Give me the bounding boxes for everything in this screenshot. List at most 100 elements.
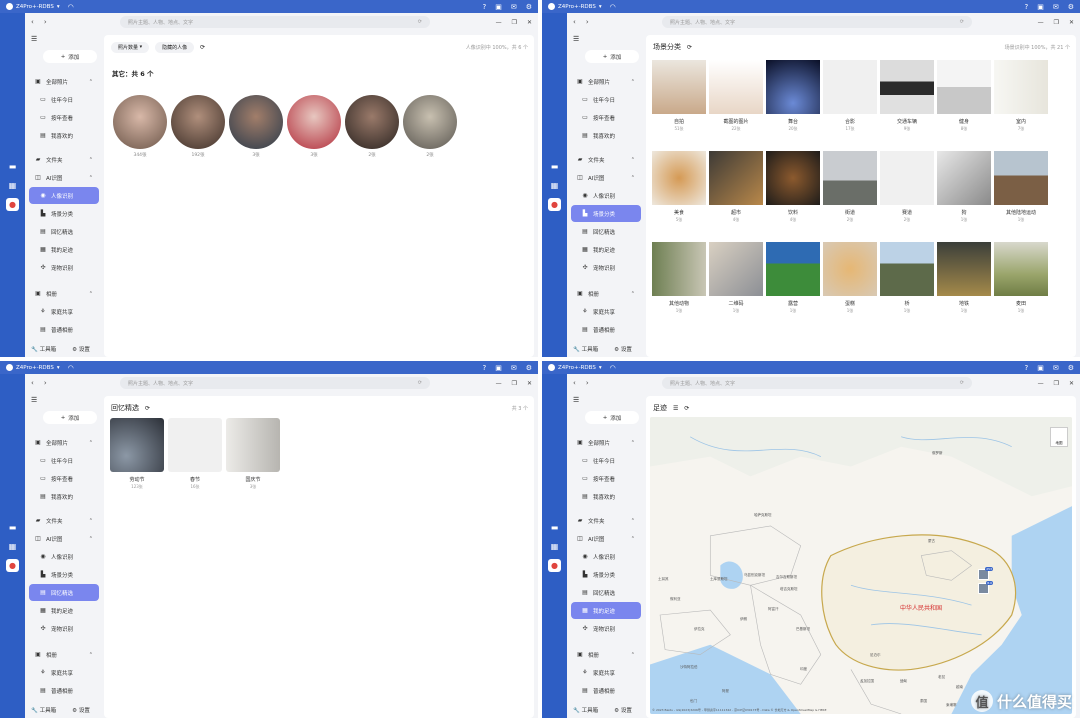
restore-button[interactable]: ❐ (1054, 19, 1059, 26)
sidebar-item-scenes[interactable]: ▙ 场景分类 (571, 205, 641, 222)
scene-card[interactable]: 美食 5张 (652, 151, 706, 223)
device-name[interactable]: Z4Pro+-RDBS (558, 365, 596, 371)
device-name[interactable]: Z4Pro+-RDBS (16, 365, 54, 371)
sidebar-item-by-year[interactable]: ▭ 按年查看 (29, 470, 99, 487)
scene-card[interactable]: 地铁 1张 (937, 242, 991, 314)
forward-button[interactable]: › (44, 379, 47, 387)
sidebar-item-memories[interactable]: ▤ 回忆精选 (29, 584, 99, 601)
scene-card[interactable]: 街道 2张 (823, 151, 877, 223)
mail-icon[interactable]: ✉ (511, 364, 517, 372)
restore-button[interactable]: ❐ (512, 19, 517, 26)
monitor-icon[interactable]: ▬ (6, 160, 19, 173)
search-input[interactable]: 照片主题、人物、地点、文字 ⟳ (662, 16, 972, 28)
chevron-up-icon[interactable]: ⌃ (631, 79, 635, 85)
chevron-up-icon[interactable]: ⌃ (631, 157, 635, 163)
sidebar-item-all-photos[interactable]: ▣ 全部照片 ⌃ (29, 434, 99, 451)
person-card[interactable]: 344张 (113, 95, 167, 158)
window-icon[interactable]: ▣ (1037, 3, 1044, 11)
sidebar-item-family[interactable]: ⚘ 家庭共享 (571, 303, 641, 320)
minimize-button[interactable]: — (1038, 380, 1044, 387)
chevron-up-icon[interactable]: ⌃ (89, 518, 93, 524)
forward-button[interactable]: › (586, 18, 589, 26)
scene-card[interactable]: 露营 1张 (766, 242, 820, 314)
search-input[interactable]: 照片主题、人物、地点、文字 ⟳ (120, 377, 430, 389)
sidebar-item-past-today[interactable]: ▭ 往年今日 (571, 91, 641, 108)
sidebar-item-footprints[interactable]: ▦ 我的足迹 (571, 602, 641, 619)
add-button[interactable]: + 添加 (43, 411, 97, 424)
memory-card[interactable]: 劳动节 123张 (110, 418, 164, 490)
back-button[interactable]: ‹ (31, 379, 34, 387)
sidebar-item-shared[interactable]: ▤ 普通相册 (571, 682, 641, 699)
add-button[interactable]: + 添加 (585, 411, 639, 424)
scene-card[interactable]: 合影 17张 (823, 60, 877, 132)
close-button[interactable]: ✕ (527, 19, 532, 26)
scene-card[interactable]: 赛道 2张 (880, 151, 934, 223)
gear-icon[interactable]: ⚙ (526, 3, 532, 11)
help-icon[interactable]: ? (483, 3, 487, 11)
sidebar-item-pets[interactable]: ✣ 宠物识别 (29, 620, 99, 637)
forward-button[interactable]: › (44, 18, 47, 26)
window-icon[interactable]: ▣ (1037, 364, 1044, 372)
scene-card[interactable]: 饮料 4张 (766, 151, 820, 223)
photos-app-icon[interactable]: ● (6, 197, 19, 211)
mail-icon[interactable]: ✉ (1053, 364, 1059, 372)
back-button[interactable]: ‹ (573, 379, 576, 387)
scene-card[interactable]: 自拍 51张 (652, 60, 706, 132)
photos-app-icon[interactable]: ● (548, 558, 561, 572)
refresh-icon[interactable]: ⟳ (145, 405, 150, 412)
gear-icon[interactable]: ⚙ (526, 364, 532, 372)
sidebar-item-scenes[interactable]: ▙ 场景分类 (571, 566, 641, 583)
sidebar-item-past-today[interactable]: ▭ 往年今日 (29, 452, 99, 469)
sidebar-item-memories[interactable]: ▤ 回忆精选 (29, 223, 99, 240)
sidebar-item-pets[interactable]: ✣ 宠物识别 (29, 259, 99, 276)
minimize-button[interactable]: — (496, 19, 502, 26)
sidebar-item-albums[interactable]: ▣ 相册 ⌃ (571, 285, 641, 302)
scene-card[interactable]: 二维码 1张 (709, 242, 763, 314)
sidebar-item-pets[interactable]: ✣ 宠物识别 (571, 620, 641, 637)
sidebar-item-people[interactable]: ◉ 人像识别 (29, 548, 99, 565)
toolbox-button[interactable]: 🔧 工具箱 (31, 345, 56, 353)
sidebar-item-all-photos[interactable]: ▣ 全部照片 ⌃ (571, 434, 641, 451)
refresh-icon[interactable]: ⟳ (687, 44, 692, 51)
list-icon[interactable]: ☰ (673, 405, 678, 412)
help-icon[interactable]: ? (483, 364, 487, 372)
scene-card[interactable]: 麦田 1张 (994, 242, 1048, 314)
scan-icon[interactable]: ⟳ (960, 19, 964, 25)
scene-card[interactable]: 其他动物 1张 (652, 242, 706, 314)
sidebar-item-shared[interactable]: ▤ 普通相册 (571, 321, 641, 338)
settings-button[interactable]: ⚙ 设置 (72, 345, 90, 353)
settings-button[interactable]: ⚙ 设置 (614, 706, 632, 714)
chevron-up-icon[interactable]: ⌃ (631, 518, 635, 524)
chevron-up-icon[interactable]: ⌃ (89, 175, 93, 181)
sidebar-item-favorites[interactable]: ▤ 我喜欢的 (29, 127, 99, 144)
chevron-up-icon[interactable]: ⌃ (89, 652, 93, 658)
sidebar-item-scenes[interactable]: ▙ 场景分类 (29, 205, 99, 222)
restore-button[interactable]: ❐ (1054, 380, 1059, 387)
chevron-up-icon[interactable]: ⌃ (89, 536, 93, 542)
scene-card[interactable]: 健身 8张 (937, 60, 991, 132)
chevron-up-icon[interactable]: ⌃ (89, 291, 93, 297)
memory-card[interactable]: 国庆节 3张 (226, 418, 280, 490)
sidebar-item-folders[interactable]: ▰ 文件夹 ⌃ (571, 512, 641, 529)
scene-card[interactable]: 超市 4张 (709, 151, 763, 223)
gear-icon[interactable]: ⚙ (1068, 364, 1074, 372)
menu-icon[interactable]: ☰ (31, 35, 37, 43)
toolbox-button[interactable]: 🔧 工具箱 (573, 345, 598, 353)
device-name[interactable]: Z4Pro+-RDBS (16, 4, 54, 10)
sort-dropdown[interactable]: 照片数量 ▾ (111, 41, 150, 53)
menu-icon[interactable]: ☰ (31, 396, 37, 404)
map-view[interactable]: 俄罗斯 蒙古 哈萨克斯坦 土库曼斯坦 乌兹别克斯坦 吉尔吉斯斯坦 塔吉克斯坦 阿… (650, 417, 1072, 714)
help-icon[interactable]: ? (1025, 364, 1029, 372)
gear-icon[interactable]: ⚙ (1068, 3, 1074, 11)
hidden-people-button[interactable]: 隐藏的人像 (155, 41, 195, 53)
sidebar-item-people[interactable]: ◉ 人像识别 (571, 187, 641, 204)
person-card[interactable]: 192张 (171, 95, 225, 158)
photo-pin[interactable]: 8.0 (978, 581, 993, 594)
grid-icon[interactable]: ▦ (6, 540, 19, 553)
sidebar-item-footprints[interactable]: ▦ 我的足迹 (29, 602, 99, 619)
photos-app-icon[interactable]: ● (548, 197, 561, 211)
scene-card[interactable]: 其他陆地运动 1张 (994, 151, 1048, 223)
grid-icon[interactable]: ▦ (548, 179, 561, 192)
toolbox-button[interactable]: 🔧 工具箱 (31, 706, 56, 714)
grid-icon[interactable]: ▦ (6, 179, 19, 192)
